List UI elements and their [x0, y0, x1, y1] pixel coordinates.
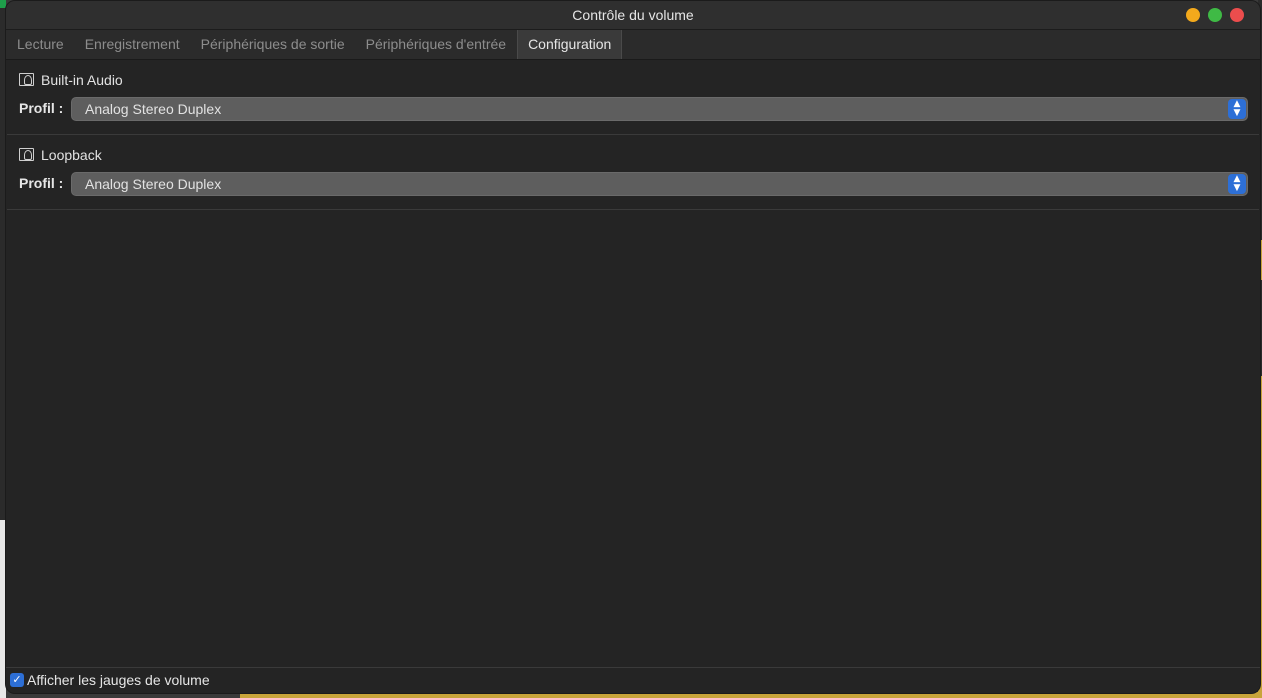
select-arrows-icon: ▲ ▼: [1228, 174, 1246, 194]
tab-peripheriques-sortie[interactable]: Périphériques de sortie: [191, 30, 355, 59]
maximize-button[interactable]: [1208, 8, 1222, 22]
profile-select-value: Analog Stereo Duplex: [85, 176, 222, 192]
audio-card-icon: [19, 148, 34, 161]
device-name: Built-in Audio: [41, 72, 123, 88]
device-name: Loopback: [41, 147, 102, 163]
tab-peripheriques-entree[interactable]: Périphériques d'entrée: [356, 30, 516, 59]
minimize-button[interactable]: [1186, 8, 1200, 22]
audio-card-icon: [19, 73, 34, 86]
show-volume-meters-label[interactable]: Afficher les jauges de volume: [27, 672, 210, 688]
tab-configuration[interactable]: Configuration: [517, 30, 623, 59]
profile-label: Profil :: [19, 100, 64, 116]
volume-control-window: Contrôle du volume Lecture Enregistremen…: [5, 0, 1261, 694]
title-bar[interactable]: Contrôle du volume: [6, 1, 1260, 30]
device-card-loopback: Loopback Profil : Analog Stereo Duplex ▲…: [7, 135, 1259, 210]
tab-enregistrement[interactable]: Enregistrement: [75, 30, 190, 59]
close-button[interactable]: [1230, 8, 1244, 22]
profile-select[interactable]: Analog Stereo Duplex ▲ ▼: [71, 97, 1248, 121]
profile-label: Profil :: [19, 175, 64, 191]
select-arrows-icon: ▲ ▼: [1228, 99, 1246, 119]
device-card-built-in-audio: Built-in Audio Profil : Analog Stereo Du…: [7, 60, 1259, 135]
footer-bar: ✓ Afficher les jauges de volume: [6, 667, 1260, 693]
profile-select[interactable]: Analog Stereo Duplex ▲ ▼: [71, 172, 1248, 196]
tab-bar: Lecture Enregistrement Périphériques de …: [6, 30, 1260, 60]
profile-select-value: Analog Stereo Duplex: [85, 101, 222, 117]
tab-lecture[interactable]: Lecture: [7, 30, 74, 59]
window-title: Contrôle du volume: [572, 7, 694, 23]
show-volume-meters-checkbox[interactable]: ✓: [10, 673, 24, 687]
